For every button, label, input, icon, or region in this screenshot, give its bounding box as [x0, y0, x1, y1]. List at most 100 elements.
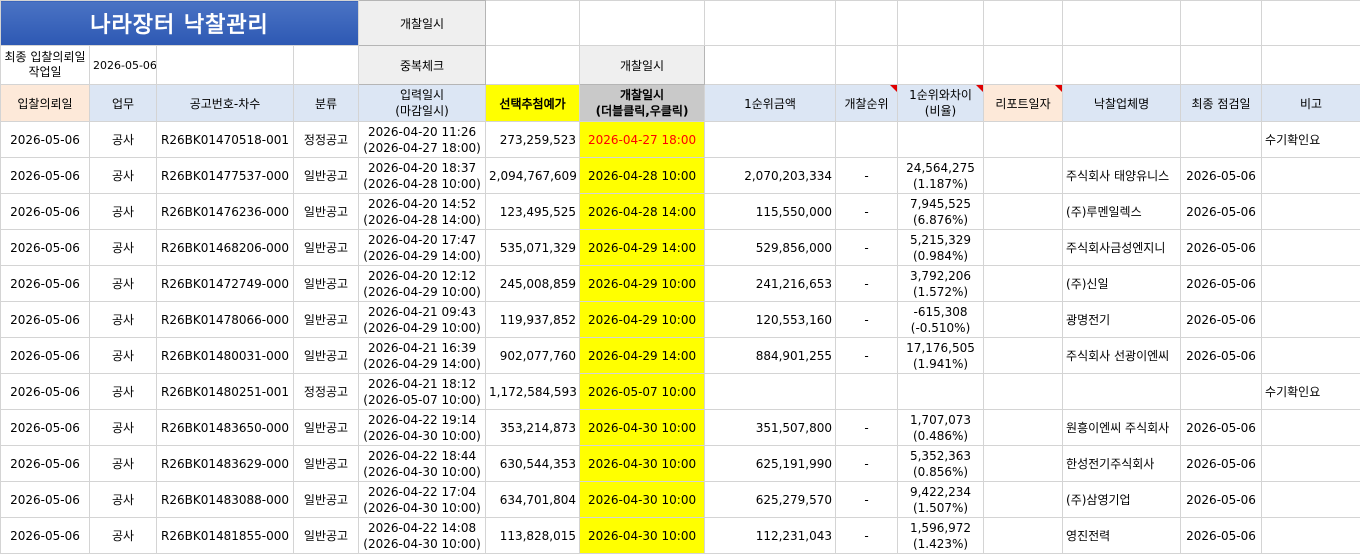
cell-open-rank[interactable]: - — [835, 445, 899, 482]
cell-open-date[interactable]: 2026-04-30 10:00 — [579, 481, 706, 518]
table-row[interactable]: 2026-05-06 공사 R26BK01478066-000 일반공고 2026-04… — [0, 301, 1360, 338]
table-row[interactable]: 2026-05-06 공사 R26BK01472749-000 일반공고 2026-04… — [0, 265, 1360, 302]
cell-request-date[interactable]: 2026-05-06 — [0, 481, 90, 518]
cell-first-amount[interactable]: 112,231,043 — [704, 517, 837, 554]
cell-notice-no[interactable]: R26BK01483088-000 — [156, 481, 294, 518]
cell-input-date[interactable]: 2026-04-21 18:12 (2026-05-07 10:00) — [358, 373, 487, 410]
cell-first-amount[interactable] — [704, 121, 837, 158]
cell-note[interactable] — [1261, 445, 1360, 482]
cell-task[interactable]: 공사 — [89, 193, 157, 230]
cell-first-amount[interactable] — [704, 373, 837, 410]
table-row[interactable]: 2026-05-06 공사 R26BK01468206-000 일반공고 2026-04… — [0, 229, 1360, 266]
cell-final-check[interactable]: 2026-05-06 — [1180, 481, 1263, 518]
cell-task[interactable]: 공사 — [89, 409, 157, 446]
cell-winner[interactable]: 주식회사금성엔지니 — [1062, 229, 1182, 266]
cell-notice-no[interactable]: R26BK01481855-000 — [156, 517, 294, 554]
table-row[interactable]: 2026-05-06 공사 R26BK01481855-000 일반공고 2026-04… — [0, 517, 1360, 554]
cell-request-date[interactable]: 2026-05-06 — [0, 337, 90, 374]
open-date-button[interactable]: 개찰일시 — [358, 0, 487, 46]
cell-report-date[interactable] — [983, 301, 1064, 338]
cell-winner[interactable]: 광명전기 — [1062, 301, 1182, 338]
cell-note[interactable] — [1261, 193, 1360, 230]
cell-open-rank[interactable] — [835, 121, 899, 158]
table-row[interactable]: 2026-05-06 공사 R26BK01480031-000 일반공고 2026-04… — [0, 337, 1360, 374]
cell-first-amount[interactable]: 351,507,800 — [704, 409, 837, 446]
cell-final-check[interactable]: 2026-05-06 — [1180, 409, 1263, 446]
cell-difference[interactable]: 7,945,525 (6.876%) — [897, 193, 985, 230]
table-row[interactable]: 2026-05-06 공사 R26BK01470518-001 정정공고 2026-04… — [0, 121, 1360, 158]
cell-difference[interactable]: 3,792,206 (1.572%) — [897, 265, 985, 302]
cell-category[interactable]: 일반공고 — [292, 445, 360, 482]
cell-category[interactable]: 정정공고 — [292, 373, 360, 410]
open-date-button-2[interactable]: 개찰일시 — [579, 45, 706, 85]
cell-category[interactable]: 일반공고 — [292, 193, 360, 230]
cell-selected-price[interactable]: 273,259,523 — [485, 121, 581, 158]
cell-task[interactable]: 공사 — [89, 445, 157, 482]
table-row[interactable]: 2026-05-06 공사 R26BK01476236-000 일반공고 2026-04… — [0, 193, 1360, 230]
table-row[interactable]: 2026-05-06 공사 R26BK01477537-000 일반공고 2026-04… — [0, 157, 1360, 194]
cell-report-date[interactable] — [983, 517, 1064, 554]
cell-winner[interactable] — [1062, 373, 1182, 410]
cell-report-date[interactable] — [983, 265, 1064, 302]
cell-notice-no[interactable]: R26BK01472749-000 — [156, 265, 294, 302]
duplicate-check-button[interactable]: 중복체크 — [358, 45, 487, 85]
cell-notice-no[interactable]: R26BK01476236-000 — [156, 193, 294, 230]
cell-final-check[interactable]: 2026-05-06 — [1180, 193, 1263, 230]
cell-request-date[interactable]: 2026-05-06 — [0, 373, 90, 410]
cell-note[interactable] — [1261, 157, 1360, 194]
table-row[interactable]: 2026-05-06 공사 R26BK01483088-000 일반공고 2026-04… — [0, 481, 1360, 518]
cell-winner[interactable]: 영진전력 — [1062, 517, 1182, 554]
cell-input-date[interactable]: 2026-04-21 09:43 (2026-04-29 10:00) — [358, 301, 487, 338]
cell-selected-price[interactable]: 1,172,584,593 — [485, 373, 581, 410]
cell-winner[interactable]: (주)신일 — [1062, 265, 1182, 302]
cell-report-date[interactable] — [983, 337, 1064, 374]
cell-note[interactable] — [1261, 409, 1360, 446]
cell-difference[interactable]: 1,707,073 (0.486%) — [897, 409, 985, 446]
cell-open-rank[interactable]: - — [835, 301, 899, 338]
cell-final-check[interactable]: 2026-05-06 — [1180, 517, 1263, 554]
cell-input-date[interactable]: 2026-04-20 11:26 (2026-04-27 18:00) — [358, 121, 487, 158]
cell-report-date[interactable] — [983, 409, 1064, 446]
cell-selected-price[interactable]: 119,937,852 — [485, 301, 581, 338]
cell-request-date[interactable]: 2026-05-06 — [0, 157, 90, 194]
cell-request-date[interactable]: 2026-05-06 — [0, 517, 90, 554]
cell-open-rank[interactable]: - — [835, 229, 899, 266]
cell-final-check[interactable]: 2026-05-06 — [1180, 337, 1263, 374]
cell-category[interactable]: 일반공고 — [292, 157, 360, 194]
cell-report-date[interactable] — [983, 481, 1064, 518]
cell-request-date[interactable]: 2026-05-06 — [0, 121, 90, 158]
cell-open-rank[interactable] — [835, 373, 899, 410]
cell-open-date[interactable]: 2026-04-30 10:00 — [579, 445, 706, 482]
cell-open-date[interactable]: 2026-04-29 10:00 — [579, 301, 706, 338]
cell-open-rank[interactable]: - — [835, 193, 899, 230]
cell-open-date[interactable]: 2026-04-29 10:00 — [579, 265, 706, 302]
table-row[interactable]: 2026-05-06 공사 R26BK01480251-001 정정공고 2026-04… — [0, 373, 1360, 410]
cell-request-date[interactable]: 2026-05-06 — [0, 265, 90, 302]
cell-input-date[interactable]: 2026-04-22 17:04 (2026-04-30 10:00) — [358, 481, 487, 518]
cell-request-date[interactable]: 2026-05-06 — [0, 445, 90, 482]
cell-input-date[interactable]: 2026-04-20 18:37 (2026-04-28 10:00) — [358, 157, 487, 194]
cell-note[interactable] — [1261, 229, 1360, 266]
cell-request-date[interactable]: 2026-05-06 — [0, 409, 90, 446]
cell-input-date[interactable]: 2026-04-20 12:12 (2026-04-29 10:00) — [358, 265, 487, 302]
cell-difference[interactable]: 24,564,275 (1.187%) — [897, 157, 985, 194]
cell-selected-price[interactable]: 630,544,353 — [485, 445, 581, 482]
cell-final-check[interactable]: 2026-05-06 — [1180, 157, 1263, 194]
cell-task[interactable]: 공사 — [89, 481, 157, 518]
cell-task[interactable]: 공사 — [89, 265, 157, 302]
cell-category[interactable]: 정정공고 — [292, 121, 360, 158]
cell-selected-price[interactable]: 634,701,804 — [485, 481, 581, 518]
cell-task[interactable]: 공사 — [89, 301, 157, 338]
cell-winner[interactable]: (주)루멘일렉스 — [1062, 193, 1182, 230]
work-date-value[interactable]: 2026-05-06 — [89, 45, 157, 85]
table-row[interactable]: 2026-05-06 공사 R26BK01483629-000 일반공고 2026-04… — [0, 445, 1360, 482]
cell-open-date[interactable]: 2026-04-28 10:00 — [579, 157, 706, 194]
cell-open-date[interactable]: 2026-04-29 14:00 — [579, 337, 706, 374]
cell-final-check[interactable]: 2026-05-06 — [1180, 229, 1263, 266]
cell-selected-price[interactable]: 245,008,859 — [485, 265, 581, 302]
cell-winner[interactable] — [1062, 121, 1182, 158]
cell-winner[interactable]: 원흥이엔씨 주식회사 — [1062, 409, 1182, 446]
cell-input-date[interactable]: 2026-04-20 14:52 (2026-04-28 14:00) — [358, 193, 487, 230]
cell-task[interactable]: 공사 — [89, 157, 157, 194]
cell-first-amount[interactable]: 625,279,570 — [704, 481, 837, 518]
